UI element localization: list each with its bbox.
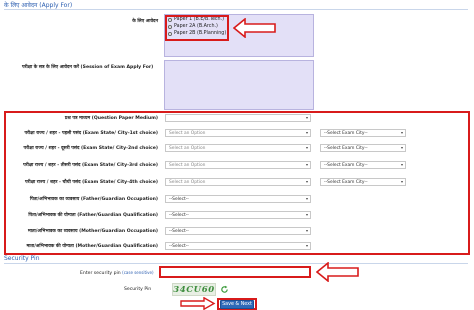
row-label: परीक्षा राज्य / शहर - दूसरी पसंद (Exam S… [23,146,158,151]
right-arrow-icon [180,297,216,310]
state-3-select[interactable]: Select an Option [165,161,311,169]
session-panel[interactable] [164,60,314,110]
chevron-down-icon [401,180,403,183]
chevron-down-icon [306,197,308,200]
row-label: प्रश्न पत्र माध्यम (Question Paper Mediu… [64,116,158,121]
chevron-down-icon [401,163,403,166]
row-label: माता/अभिभावक की योग्यता (Mother/Guardian… [26,244,158,249]
city-4-select[interactable]: --Select Exam City-- [320,178,406,186]
enter-pin-label: Enter security pin (case sensitive) [80,270,154,276]
left-arrow-icon [316,262,359,282]
city-1-select[interactable]: --Select Exam City-- [320,129,406,137]
chevron-down-icon [306,180,308,183]
apply-for-label: के लिए आवेदन [132,19,158,24]
section-divider [4,263,468,264]
chevron-down-icon [401,131,403,134]
chevron-down-icon [306,146,308,149]
save-next-button[interactable]: Save & Next [220,300,254,309]
state-4-select[interactable]: Select an Option [165,178,311,186]
highlight-box-pin [159,266,311,278]
left-arrow-icon [233,18,276,38]
section-title-apply-for: के लिए आवेदन (Apply For) [4,2,73,9]
row-label: परीक्षा राज्य / शहर - चौथी पसंद (Exam St… [25,180,158,185]
father-qualification-select[interactable]: --Select-- [165,211,311,219]
row-label: परीक्षा राज्य / शहर - पहली पसंद (Exam St… [24,131,158,136]
chevron-down-icon [401,146,403,149]
row-label: पिता/अभिभावक की योग्यता (Father/Guardian… [28,213,158,218]
city-3-select[interactable]: --Select Exam City-- [320,161,406,169]
mother-qualification-select[interactable]: --Select-- [165,242,311,250]
father-occupation-select[interactable]: --Select-- [165,195,311,203]
section-divider [4,9,468,10]
captcha-image: 34CU60 [172,283,216,296]
security-section-title: Security Pin [4,255,40,262]
chevron-down-icon [306,116,308,119]
row-label: पिता/अभिभावक का व्यवसाय (Father/Guardian… [29,197,158,202]
row-label: माता/अभिभावक का व्यवसाय (Mother/Guardian… [27,229,158,234]
security-pin-label: Security Pin [124,287,152,292]
chevron-down-icon [306,131,308,134]
state-1-select[interactable]: Select an Option [165,129,311,137]
state-2-select[interactable]: Select an Option [165,144,311,152]
chevron-down-icon [306,163,308,166]
mother-occupation-select[interactable]: --Select-- [165,227,311,235]
highlight-box-apply-for [165,15,229,41]
refresh-icon[interactable] [220,285,229,294]
city-2-select[interactable]: --Select Exam City-- [320,144,406,152]
question-medium-select[interactable] [165,114,311,122]
chevron-down-icon [306,244,308,247]
row-label: परीक्षा राज्य / शहर - तीसरी पसंद (Exam S… [23,163,158,168]
session-label: परीक्षा के सत्र के लिए आवेदन करें (Sessi… [22,65,154,70]
chevron-down-icon [306,213,308,216]
chevron-down-icon [306,229,308,232]
